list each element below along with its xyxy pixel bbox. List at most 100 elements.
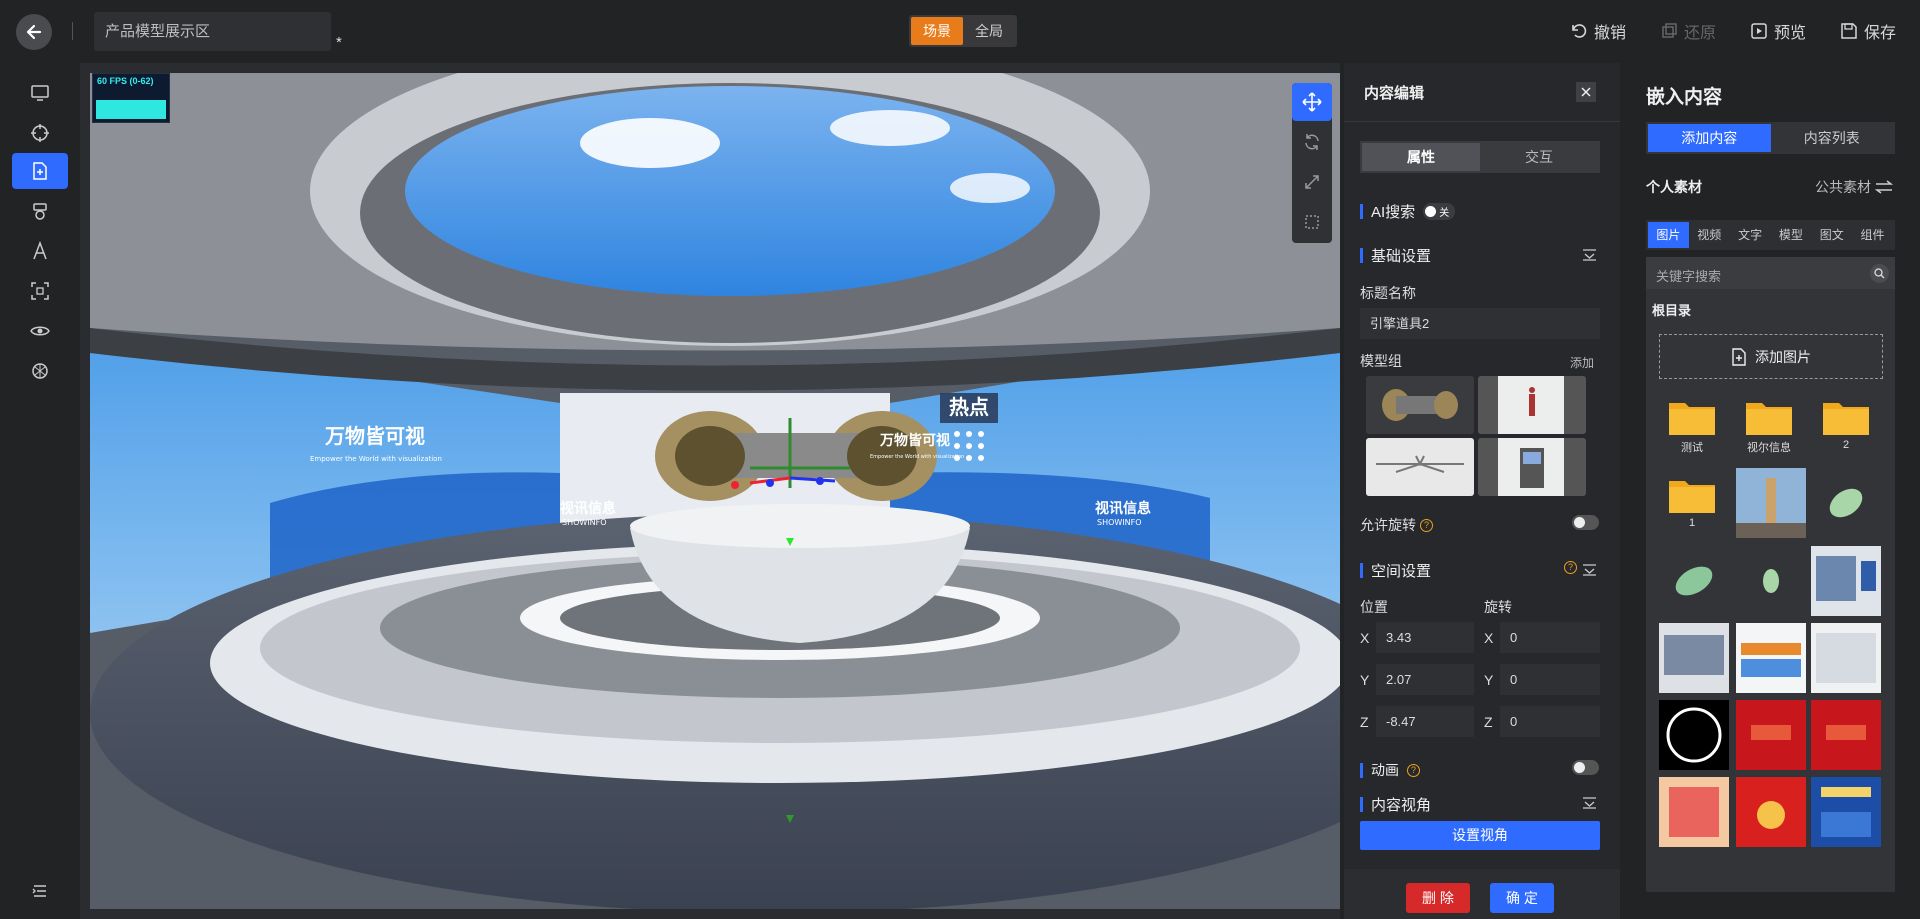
allow-rotate-toggle[interactable] [1572,515,1599,530]
wall-slogan-left: 万物皆可视 [324,424,425,448]
cat-component[interactable]: 组件 [1852,222,1893,248]
search-button[interactable] [1870,264,1889,283]
ai-search-toggle[interactable]: 关 [1423,203,1456,220]
add-model-link[interactable]: 添加 [1570,354,1594,371]
select-tool-button[interactable] [1292,203,1332,241]
text-tool-button[interactable] [12,233,68,269]
tab-properties[interactable]: 属性 [1362,143,1480,171]
visibility-tool-button[interactable] [12,313,68,349]
tab-content-list[interactable]: 内容列表 [1771,124,1894,152]
left-toolbar [0,63,80,919]
view-toggle: 场景 全局 [909,15,1017,47]
collapse-icon[interactable] [1582,797,1597,809]
help-icon[interactable]: ? [1420,518,1433,532]
move-tool-button[interactable] [1292,83,1332,121]
image-thumb[interactable] [1811,546,1881,616]
model-thumb-engine[interactable] [1366,376,1474,434]
delete-button[interactable]: 删 除 [1406,883,1470,913]
folder-item[interactable]: 1 [1664,475,1720,529]
rot-z-input[interactable] [1500,706,1600,737]
image-thumb[interactable] [1811,700,1881,770]
mouse-image [1736,546,1806,616]
preview-button[interactable]: 预览 [1750,19,1806,43]
rot-y-input[interactable] [1500,664,1600,695]
image-thumb[interactable] [1659,546,1729,616]
image-thumb[interactable] [1811,468,1881,538]
editor-footer: 删 除 确 定 [1344,869,1620,919]
model-group-label: 模型组 [1360,353,1402,369]
model-thumb-drone[interactable] [1366,438,1474,496]
project-name-input[interactable] [94,12,331,51]
root-directory[interactable]: 根目录 [1652,300,1691,319]
target-tool-button[interactable] [12,115,68,151]
public-assets-switch[interactable]: 公共素材 [1815,177,1893,197]
cat-text[interactable]: 文字 [1730,222,1771,248]
toggle-global[interactable]: 全局 [963,17,1015,45]
help-icon[interactable]: ? [1564,561,1577,574]
figure-thumbnail [1478,376,1586,434]
image-thumb[interactable] [1736,777,1806,847]
image-thumb[interactable] [1736,623,1806,693]
collapse-icon[interactable] [1582,564,1597,576]
cat-model[interactable]: 模型 [1770,222,1811,248]
rot-z-label: Z [1484,714,1493,730]
brand-right: 视讯信息 [1095,500,1151,517]
model-thumb-kiosk[interactable] [1478,438,1586,496]
add-image-button[interactable]: 添加图片 [1659,334,1883,379]
set-view-button[interactable]: 设置视角 [1360,821,1600,850]
confirm-button[interactable]: 确 定 [1490,883,1554,913]
image-thumb[interactable] [1659,623,1729,693]
help-icon[interactable]: ? [1407,763,1420,777]
folder-item[interactable]: 2 [1818,397,1874,451]
image-thumb[interactable] [1811,777,1881,847]
folder-item[interactable]: 测试 [1664,397,1720,455]
rocket-image [1736,468,1806,538]
unsaved-indicator: * [336,34,342,51]
cat-video[interactable]: 视频 [1689,222,1730,248]
section-marker [1360,248,1363,263]
folder-icon [1669,403,1715,435]
globe-icon [32,363,48,379]
back-button[interactable] [16,14,52,50]
screen-tool-button[interactable] [12,75,68,111]
personal-assets-label[interactable]: 个人素材 [1646,177,1702,197]
folder-item[interactable]: 视尔信息 [1741,397,1797,455]
scan-tool-button[interactable] [12,273,68,309]
rot-x-input[interactable] [1500,622,1600,653]
image-thumb[interactable] [1736,468,1806,538]
save-button[interactable]: 保存 [1840,19,1896,43]
undo-button[interactable]: 撤销 [1570,19,1626,43]
shapes-tool-button[interactable] [12,193,68,229]
image-thumb[interactable] [1811,623,1881,693]
pos-y-input[interactable] [1376,664,1474,695]
image-thumb[interactable] [1736,700,1806,770]
scan-icon [31,282,49,300]
close-button[interactable] [1576,82,1596,102]
collapse-icon[interactable] [1582,249,1597,261]
scale-tool-button[interactable] [1292,163,1332,201]
keyword-search-input[interactable]: 关键字搜索 [1646,257,1895,289]
pos-z-input[interactable] [1376,706,1474,737]
model-thumb-figure[interactable] [1478,376,1586,434]
cat-image[interactable]: 图片 [1648,222,1689,248]
scene-3d-canvas[interactable]: 热点 万物皆可视 Empower the World with visualiz… [90,73,1340,909]
cat-rich[interactable]: 图文 [1811,222,1852,248]
hotspot-label[interactable]: 热点 [949,395,989,419]
pos-x-input[interactable] [1376,622,1474,653]
asset-library: 关键字搜索 根目录 添加图片 测试 视尔信息 2 1 [1646,257,1895,892]
menu-list-icon [32,885,46,897]
animation-toggle[interactable] [1572,760,1599,775]
scene-viewport[interactable]: 热点 万物皆可视 Empower the World with visualiz… [80,63,1340,919]
image-thumb[interactable] [1659,777,1729,847]
tab-add-content[interactable]: 添加内容 [1648,124,1771,152]
image-thumb[interactable] [1736,546,1806,616]
image-thumb[interactable] [1659,700,1729,770]
list-tool-button[interactable] [12,873,68,909]
rotate-tool-button[interactable] [1292,123,1332,161]
toggle-scene[interactable]: 场景 [911,17,963,45]
tab-interaction[interactable]: 交互 [1480,143,1598,171]
globe-tool-button[interactable] [12,353,68,389]
redo-button[interactable]: 还原 [1660,19,1716,43]
add-content-tool-button[interactable] [12,153,68,189]
title-name-input[interactable] [1360,308,1600,339]
